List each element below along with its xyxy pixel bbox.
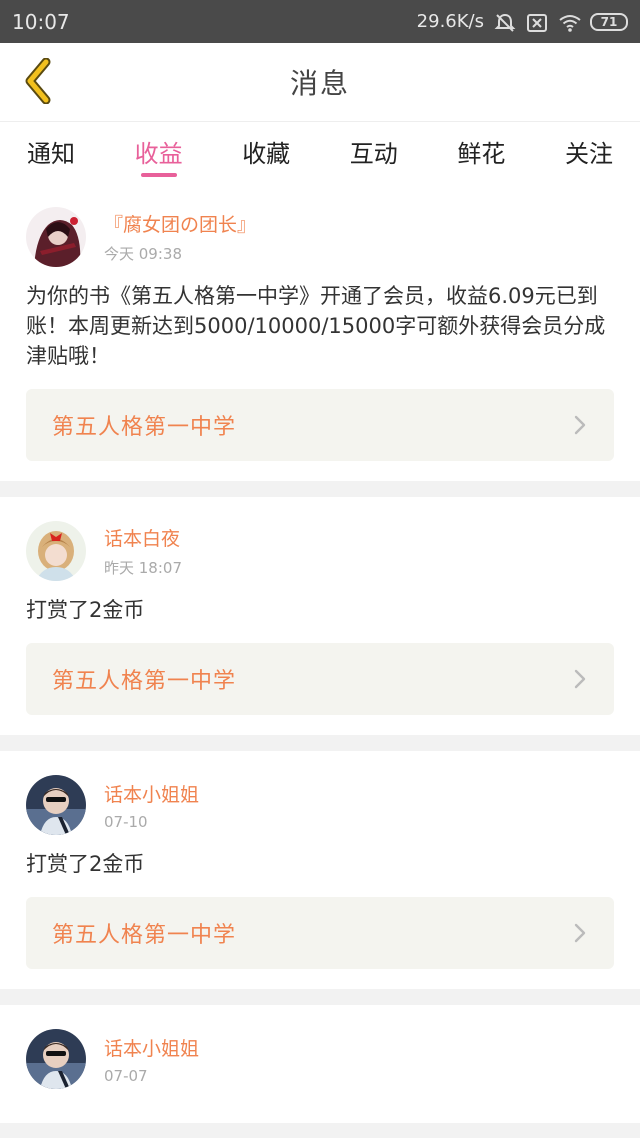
status-time: 10:07 <box>12 9 70 34</box>
message-meta: 话本小姐姐 07-07 <box>104 1034 199 1085</box>
avatar[interactable] <box>26 775 86 835</box>
tab-favorites[interactable]: 收藏 <box>239 122 293 183</box>
wifi-icon <box>558 13 581 32</box>
book-link-button[interactable]: 第五人格第一中学 <box>26 897 614 969</box>
avatar[interactable] <box>26 1029 86 1089</box>
back-button[interactable] <box>14 57 62 105</box>
sender-name[interactable]: 话本小姐姐 <box>104 780 199 807</box>
book-link-button[interactable]: 第五人格第一中学 <box>26 643 614 715</box>
message-meta: 话本小姐姐 07-10 <box>104 780 199 831</box>
chevron-left-icon <box>25 58 51 104</box>
battery-icon: 71 <box>590 12 628 31</box>
book-title: 第五人格第一中学 <box>52 415 237 440</box>
book-title: 第五人格第一中学 <box>52 923 237 948</box>
sender-name[interactable]: 话本小姐姐 <box>104 1034 199 1061</box>
page-header: 消息 <box>0 43 640 121</box>
message-card: 话本小姐姐 07-10 打赏了2金币 第五人格第一中学 <box>0 751 640 989</box>
message-card: 话本小姐姐 07-07 <box>0 1005 640 1123</box>
tab-following[interactable]: 关注 <box>562 122 616 183</box>
message-card: 话本白夜 昨天 18:07 打赏了2金币 第五人格第一中学 <box>0 497 640 735</box>
mute-bell-icon <box>494 13 516 32</box>
sim-x-icon <box>526 13 548 32</box>
avatar[interactable] <box>26 207 86 267</box>
message-header: 『腐女团の团长』 今天 09:38 <box>26 207 614 267</box>
message-meta: 『腐女团の团长』 今天 09:38 <box>104 210 256 264</box>
sender-name[interactable]: 话本白夜 <box>104 524 182 551</box>
chevron-right-icon <box>574 923 586 943</box>
page-title: 消息 <box>289 67 350 100</box>
message-feed: 『腐女团の团长』 今天 09:38 为你的书《第五人格第一中学》开通了会员，收益… <box>0 183 640 1123</box>
tab-flowers[interactable]: 鲜花 <box>454 122 508 183</box>
sender-name[interactable]: 『腐女团の团长』 <box>104 210 256 237</box>
message-time: 07-10 <box>104 812 148 831</box>
network-speed: 29.6K/s <box>416 11 484 32</box>
message-card: 『腐女团の团长』 今天 09:38 为你的书《第五人格第一中学》开通了会员，收益… <box>0 183 640 481</box>
tab-notifications[interactable]: 通知 <box>24 122 78 183</box>
tab-earnings[interactable]: 收益 <box>132 122 186 183</box>
message-time: 昨天 18:07 <box>104 559 182 577</box>
status-bar: 10:07 29.6K/s 71 <box>0 0 640 43</box>
message-text: 打赏了2金币 <box>26 852 145 876</box>
book-link-button[interactable]: 第五人格第一中学 <box>26 389 614 461</box>
avatar[interactable] <box>26 521 86 581</box>
message-header: 话本白夜 昨天 18:07 <box>26 521 614 581</box>
message-header: 话本小姐姐 07-10 <box>26 775 614 835</box>
tab-bar: 通知 收益 收藏 互动 鲜花 关注 <box>0 121 640 183</box>
message-meta: 话本白夜 昨天 18:07 <box>104 524 182 578</box>
message-header: 话本小姐姐 07-07 <box>26 1029 614 1089</box>
chevron-right-icon <box>574 415 586 435</box>
book-title: 第五人格第一中学 <box>52 669 237 694</box>
message-time: 07-07 <box>104 1066 148 1085</box>
chevron-right-icon <box>574 669 586 689</box>
message-text: 为你的书《第五人格第一中学》开通了会员，收益6.09元已到账！本周更新达到500… <box>26 284 606 368</box>
tab-interactions[interactable]: 互动 <box>347 122 401 183</box>
message-time: 今天 09:38 <box>104 245 182 263</box>
status-right: 29.6K/s 71 <box>417 11 628 32</box>
message-text: 打赏了2金币 <box>26 598 145 622</box>
